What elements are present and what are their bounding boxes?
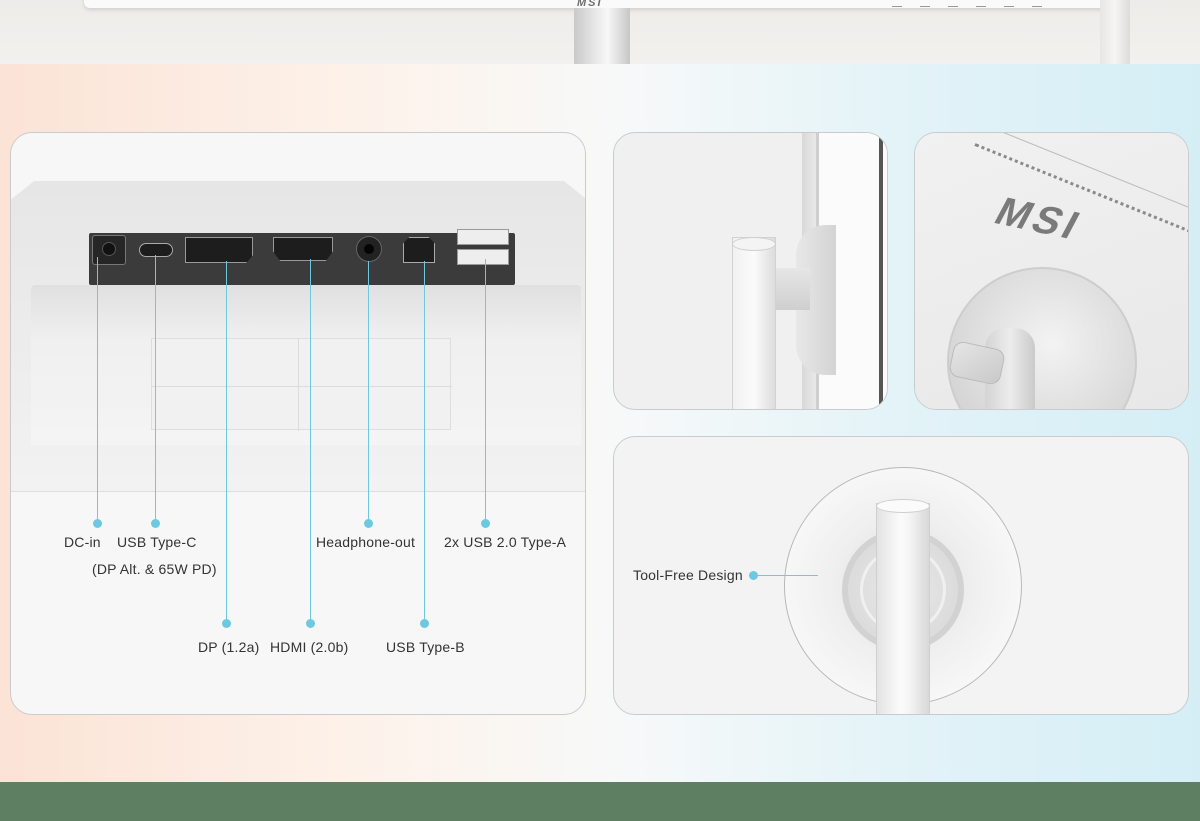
hdmi-dot xyxy=(306,619,315,628)
headphone-leader xyxy=(368,261,369,523)
port-cover-outline xyxy=(151,338,452,431)
tool-free-dot xyxy=(749,571,758,580)
label-usb-c-note: (DP Alt. & 65W PD) xyxy=(92,561,217,577)
label-hdmi: HDMI (2.0b) xyxy=(270,639,349,655)
monitor-bottom-strip: MSI xyxy=(0,0,1200,64)
background-pole xyxy=(1100,0,1130,64)
hdmi-leader xyxy=(310,259,311,623)
ports-card: DC-in USB Type-C (DP Alt. & 65W PD) Head… xyxy=(10,132,586,715)
label-tool-free: Tool-Free Design xyxy=(633,567,743,583)
usb-a-port-2 xyxy=(457,249,509,265)
usb-c-dot xyxy=(151,519,160,528)
stand-pole-cap xyxy=(732,237,776,251)
usb-c-port xyxy=(139,243,173,257)
dp-leader xyxy=(226,261,227,623)
dc-in-dot xyxy=(93,519,102,528)
usb-c-leader xyxy=(155,255,156,523)
usb-a-dot xyxy=(481,519,490,528)
displayport-port xyxy=(185,237,253,263)
tool-free-card: Tool-Free Design xyxy=(613,436,1189,715)
label-usb-b: USB Type-B xyxy=(386,639,465,655)
rear-logo-card: MSI xyxy=(914,132,1189,410)
headphone-dot xyxy=(364,519,373,528)
monitor-buttons xyxy=(892,0,1042,7)
bottom-band xyxy=(0,782,1200,821)
stand-pole xyxy=(732,237,776,409)
stand-pole xyxy=(876,503,930,714)
label-dp: DP (1.2a) xyxy=(198,639,260,655)
usb-b-leader xyxy=(424,261,425,623)
label-headphone: Headphone-out xyxy=(316,534,416,550)
label-dc-in: DC-in xyxy=(64,534,101,550)
headphone-jack xyxy=(356,236,382,262)
usb-a-port-1 xyxy=(457,229,509,245)
monitor-stand-neck xyxy=(574,8,630,64)
side-view-card xyxy=(613,132,888,410)
label-usb-a: 2x USB 2.0 Type-A xyxy=(444,534,567,550)
usb-b-dot xyxy=(420,619,429,628)
stand-pole-cap xyxy=(876,499,930,513)
usb-a-leader xyxy=(485,259,486,523)
label-usb-c: USB Type-C xyxy=(117,534,197,550)
dc-in-leader xyxy=(97,257,98,523)
hdmi-port xyxy=(273,237,333,261)
tool-free-leader xyxy=(754,575,818,576)
usb-b-port xyxy=(403,237,435,263)
dp-dot xyxy=(222,619,231,628)
